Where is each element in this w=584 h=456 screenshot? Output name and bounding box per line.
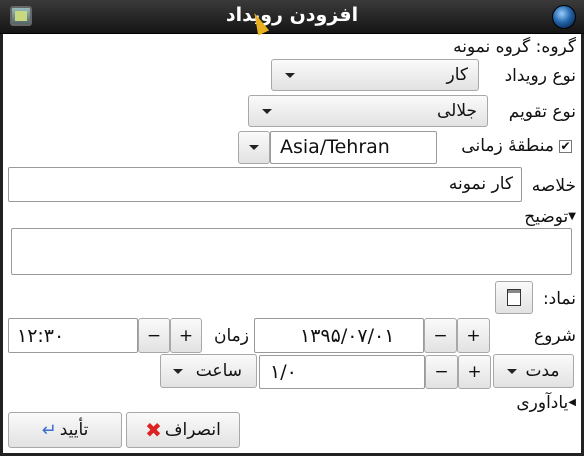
cancel-button[interactable]: ✖ انصراف	[126, 412, 240, 448]
dropdown-arrow-icon	[249, 145, 259, 150]
minus-icon: −	[433, 325, 448, 346]
expander-collapsed-icon: ◀	[568, 397, 576, 408]
start-time-input[interactable]: ۱۲:۳۰	[8, 318, 138, 353]
minus-icon: −	[146, 325, 162, 346]
ok-label: تأیید	[59, 420, 89, 440]
duration-decrement-button[interactable]: −	[425, 355, 458, 389]
window-control-orb-icon[interactable]	[552, 5, 576, 29]
cancel-x-icon: ✖	[145, 418, 162, 442]
summary-input[interactable]: کار نمونه	[8, 167, 522, 202]
duration-input[interactable]: ۱/۰	[259, 355, 425, 389]
expander-down-icon: ▼	[568, 211, 576, 222]
timezone-value: Asia/Tehran	[280, 136, 390, 158]
timezone-label: منطقهٔ زمانی	[461, 136, 554, 156]
reminder-label: یادآوری	[516, 393, 569, 413]
minus-icon: −	[434, 362, 449, 382]
start-date-value: ۱۳۹۵/۰۷/۰۱	[300, 325, 395, 347]
duration-unit-combo[interactable]: ساعت	[160, 354, 257, 388]
start-date-input[interactable]: ۱۳۹۵/۰۷/۰۱	[254, 318, 424, 353]
duration-value: ۱/۰	[270, 361, 297, 383]
duration-unit-value: ساعت	[195, 361, 242, 381]
start-date-decrement-button[interactable]: −	[424, 318, 457, 353]
calendar-type-value: جلالی	[436, 101, 477, 121]
timezone-input[interactable]: Asia/Tehran	[270, 131, 437, 164]
duration-mode-button[interactable]: مدت	[493, 354, 574, 388]
event-type-label: نوع رویداد	[504, 66, 576, 86]
group-label: گروه: گروه نمونه	[453, 37, 576, 57]
icon-label: نماد:	[542, 289, 576, 309]
dropdown-arrow-icon	[262, 109, 272, 114]
enter-arrow-icon: ↵	[41, 419, 57, 441]
start-time-increment-button[interactable]: +	[170, 318, 202, 353]
start-time-value: ۱۲:۳۰	[17, 325, 65, 347]
description-expander[interactable]: ▼توضیح	[524, 207, 576, 227]
duration-label: مدت	[525, 361, 560, 381]
plus-icon: +	[178, 325, 194, 346]
icon-picker-button[interactable]	[495, 281, 533, 314]
summary-label: خلاصه	[531, 176, 576, 196]
event-type-combo[interactable]: کار	[271, 59, 479, 91]
calendar-type-label: نوع تقویم	[508, 102, 576, 122]
cancel-label: انصراف	[164, 420, 221, 440]
calendar-type-combo[interactable]: جلالی	[248, 95, 488, 127]
note-icon	[507, 289, 521, 306]
plus-icon: +	[466, 325, 481, 346]
description-label: توضیح	[524, 207, 569, 227]
start-time-decrement-button[interactable]: −	[138, 318, 170, 353]
time-label: زمان	[214, 326, 249, 346]
reminder-expander[interactable]: ◀یادآوری	[516, 393, 576, 413]
dropdown-arrow-icon	[285, 73, 295, 78]
plus-icon: +	[467, 362, 482, 382]
duration-increment-button[interactable]: +	[458, 355, 491, 389]
start-date-increment-button[interactable]: +	[457, 318, 490, 353]
description-textarea[interactable]	[11, 228, 572, 275]
dropdown-arrow-icon	[173, 369, 183, 374]
summary-value: کار نمونه	[448, 174, 513, 194]
dropdown-arrow-icon	[507, 368, 518, 374]
title-bar: افزودن رویداد	[0, 0, 584, 36]
event-type-value: کار	[446, 65, 468, 85]
start-label: شروع	[534, 326, 576, 346]
ok-button[interactable]: ↵ تأیید	[8, 412, 122, 448]
timezone-dropdown-button[interactable]	[238, 131, 270, 164]
window-title: افزودن رویداد	[225, 4, 359, 26]
timezone-checkbox[interactable]: ✔	[559, 140, 572, 153]
